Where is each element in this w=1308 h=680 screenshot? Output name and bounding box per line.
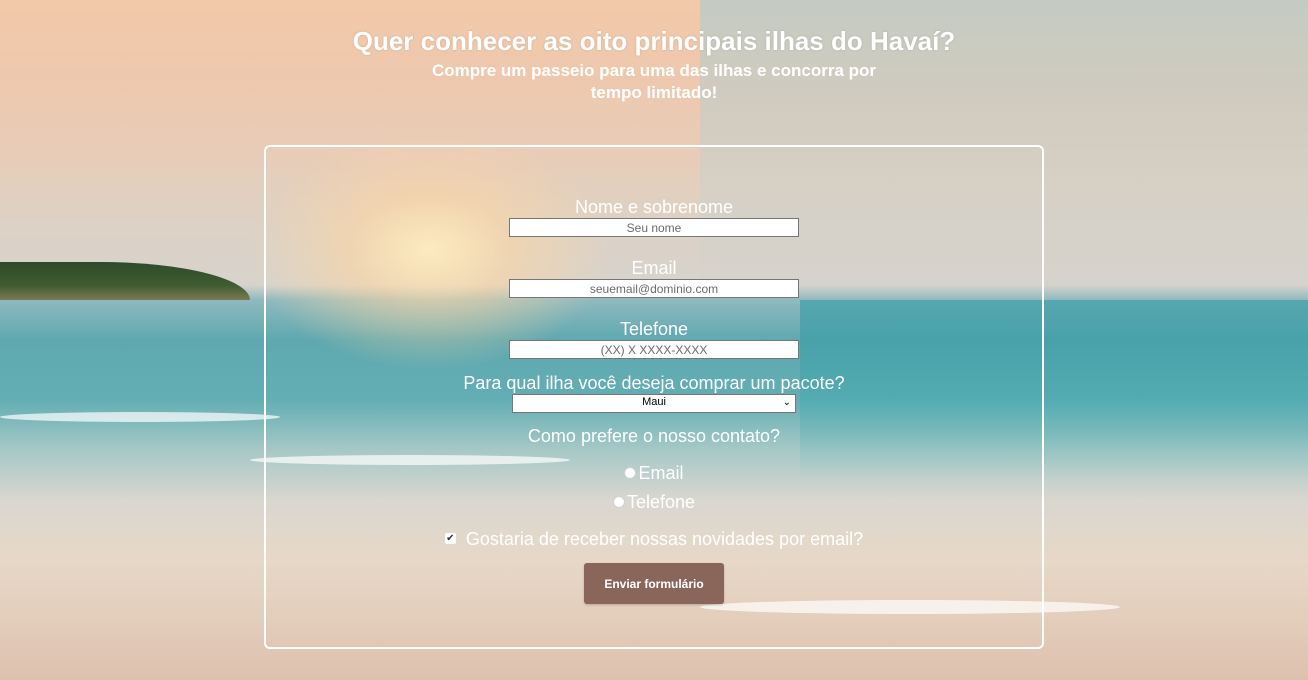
checkmark-icon: ✔ xyxy=(446,532,455,544)
email-input[interactable] xyxy=(509,279,799,298)
newsletter-checkbox[interactable]: ✔ xyxy=(444,532,456,544)
background-island xyxy=(0,262,250,300)
submit-button[interactable]: Enviar formulário xyxy=(584,563,724,604)
page-title: Quer conhecer as oito principais ilhas d… xyxy=(352,26,956,56)
contact-option-email-label: Email xyxy=(638,463,684,483)
contact-option-email[interactable]: Email xyxy=(266,462,1042,484)
email-field-group: Email xyxy=(266,258,1042,298)
page-header: Quer conhecer as oito principais ilhas d… xyxy=(0,26,1308,104)
island-field-group: Para qual ilha você deseja comprar um pa… xyxy=(266,373,1042,413)
island-label: Para qual ilha você deseja comprar um pa… xyxy=(463,373,845,393)
phone-label: Telefone xyxy=(619,319,689,339)
name-label: Nome e sobrenome xyxy=(574,197,734,217)
chevron-down-icon: ⌄ xyxy=(782,397,791,408)
contact-option-phone-label: Telefone xyxy=(626,492,696,512)
submit-row: Enviar formulário xyxy=(266,563,1042,604)
newsletter-field-group: ✔ Gostaria de receber nossas novidades po… xyxy=(266,528,1042,550)
contact-label: Como prefere o nosso contato? xyxy=(527,426,781,446)
email-label: Email xyxy=(631,258,677,278)
contact-field-group: Como prefere o nosso contato? xyxy=(266,426,1042,446)
purchase-form: Nome e sobrenome Email Telefone Para qua… xyxy=(264,145,1044,649)
island-select-value: Maui xyxy=(642,396,666,408)
newsletter-label: Gostaria de receber nossas novidades por… xyxy=(465,529,864,549)
phone-input[interactable] xyxy=(509,340,799,359)
radio-button-phone[interactable] xyxy=(612,496,625,509)
phone-field-group: Telefone xyxy=(266,319,1042,359)
background-foam xyxy=(0,412,280,422)
name-field-group: Nome e sobrenome xyxy=(266,197,1042,237)
page-subtitle: Compre um passeio para uma das ilhas e c… xyxy=(431,61,877,102)
contact-option-phone[interactable]: Telefone xyxy=(266,491,1042,513)
radio-button-email[interactable] xyxy=(624,467,637,480)
name-input[interactable] xyxy=(509,218,799,237)
island-select[interactable]: Maui ⌄ xyxy=(512,394,796,413)
